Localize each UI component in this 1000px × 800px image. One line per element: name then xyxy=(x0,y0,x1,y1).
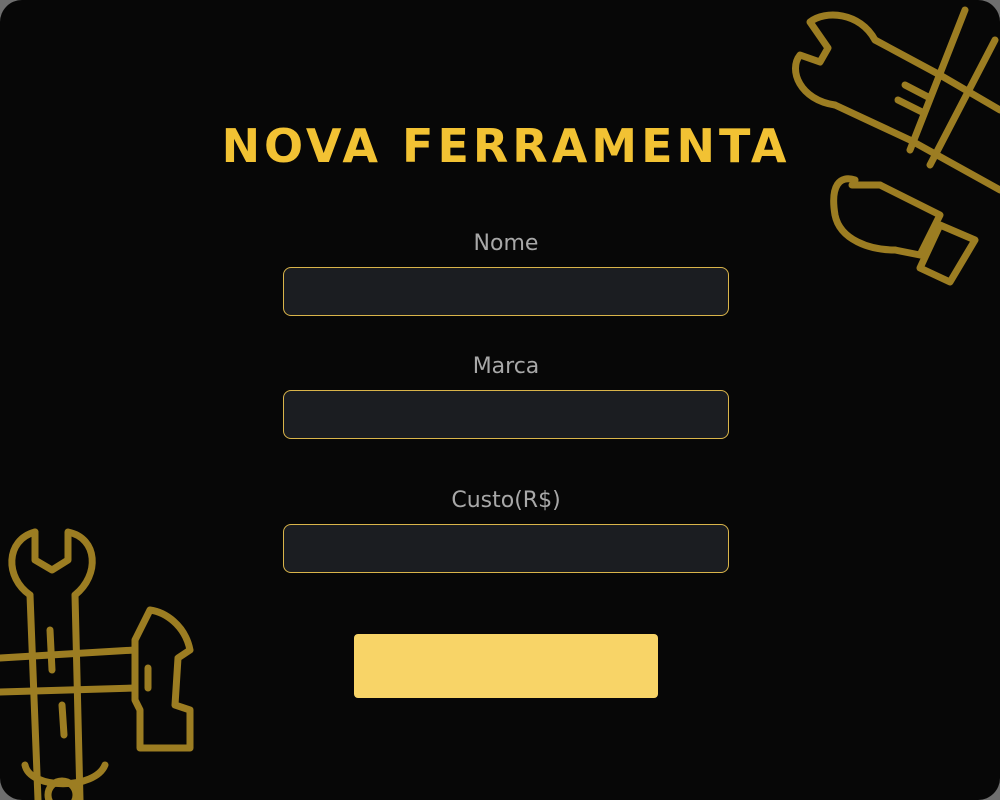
marca-label: Marca xyxy=(472,354,540,379)
page-title: NOVA FERRAMENTA xyxy=(221,119,791,173)
nome-input[interactable] xyxy=(283,267,729,316)
custo-input[interactable] xyxy=(283,524,729,573)
custo-label: Custo(R$) xyxy=(451,488,561,513)
nome-label: Nome xyxy=(473,231,539,256)
tools-icon xyxy=(0,528,194,800)
marca-input[interactable] xyxy=(283,390,729,439)
app-window: NOVA FERRAMENTA Nome Marca Custo(R$) xyxy=(0,0,1000,800)
submit-button[interactable] xyxy=(354,634,658,698)
